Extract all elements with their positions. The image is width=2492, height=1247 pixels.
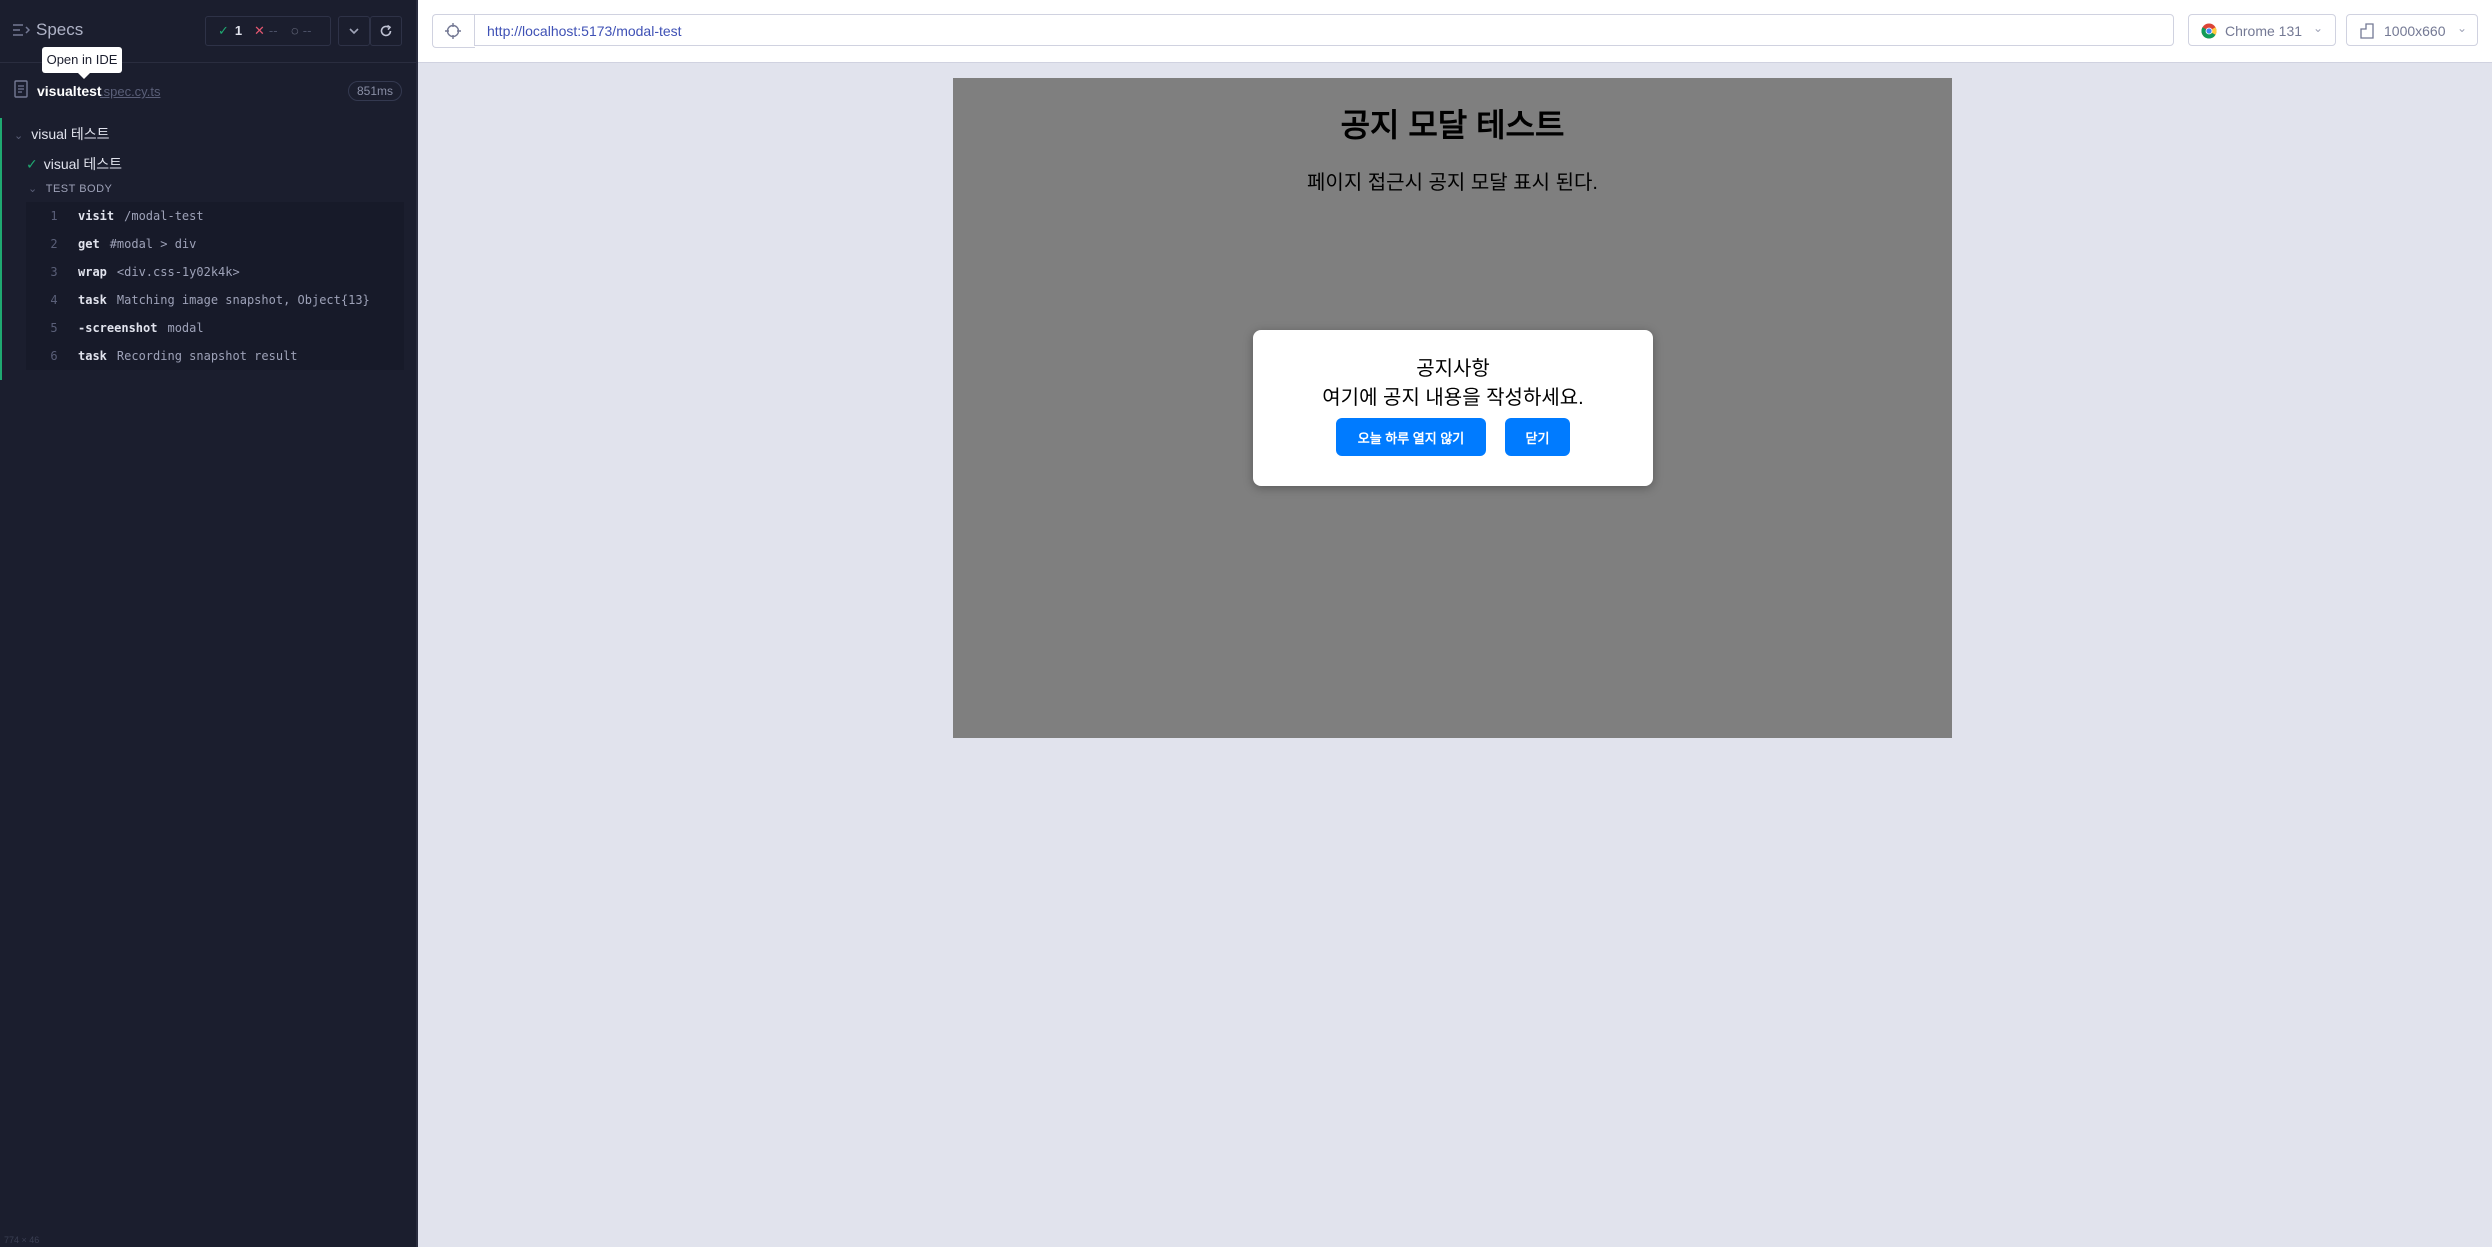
check-icon: ✓ (26, 156, 38, 172)
x-icon: ✕ (254, 23, 265, 38)
document-icon (14, 80, 28, 98)
command-number: 4 (50, 293, 58, 307)
collapse-dropdown-button[interactable] (338, 16, 370, 46)
command-row[interactable]: 1 visit/modal-test (26, 202, 404, 230)
crosshair-icon (445, 23, 461, 39)
command-log: 1 visit/modal-test 2 get #modal > div 3 w… (26, 202, 404, 370)
command-message: <div.css-1y02k4k> (116, 265, 240, 279)
command-message: modal (167, 321, 204, 335)
command-row[interactable]: 3 wrap <div.css-1y02k4k> (26, 258, 404, 286)
command-number: 5 (50, 321, 58, 335)
passed-stat: ✓ 1 (218, 23, 242, 39)
command-row[interactable]: 6 task Recording snapshot result (26, 342, 404, 370)
chevron-down-icon: ⌄ (2312, 21, 2323, 35)
command-row[interactable]: 4 task Matching image snapshot, Object{13… (26, 286, 404, 314)
browser-toolbar: http://localhost:5173/modal-test Chrome … (418, 0, 2492, 63)
test-stats: ✓ 1 ✕ -- ◌ -- (205, 16, 331, 46)
rerun-button[interactable] (370, 16, 402, 46)
failed-stat: ✕ -- (254, 23, 278, 39)
command-name: -screenshot modal (78, 321, 204, 335)
url-bar[interactable]: http://localhost:5173/modal-test (474, 14, 2174, 46)
command-number: 6 (50, 349, 58, 363)
test-name: visual 테스트 (43, 156, 123, 172)
command-number: 2 (50, 237, 58, 251)
command-number: 1 (50, 209, 58, 223)
specs-title[interactable]: Specs (36, 20, 83, 40)
command-name: task Recording snapshot result (78, 349, 298, 363)
chevron-down-icon: ⌄ (28, 183, 38, 195)
app-under-test-frame: 공지 모달 테스트 페이지 접근시 공지 모달 표시 된다. 공지사항 여기에 … (953, 78, 1952, 738)
selector-playground-button[interactable] (432, 14, 475, 48)
open-in-ide-tooltip: Open in IDE (42, 47, 122, 79)
close-button[interactable]: 닫기 (1505, 418, 1570, 456)
failed-count: -- (268, 23, 278, 38)
check-icon: ✓ (218, 23, 229, 38)
chevron-down-icon: ⌄ (14, 130, 24, 142)
modal-title: 공지사항 (1416, 358, 1490, 380)
suite-name: visual 테스트 (31, 126, 110, 142)
pending-count: -- (302, 23, 312, 38)
command-row[interactable]: 5 -screenshot modal (26, 314, 404, 342)
suite-block: ⌄ visual 테스트 ✓ visual 테스트 ⌄ TEST BODY 1 vis… (0, 118, 418, 380)
refresh-icon (380, 24, 392, 37)
reporter-sidebar: Specs ✓ 1 ✕ -- ◌ -- Open in IDE visualtest … (0, 0, 418, 1247)
command-name: task Matching image snapshot, Object{13} (78, 293, 370, 307)
browser-selector[interactable]: Chrome 131 ⌄ (2188, 14, 2336, 46)
command-name: visit/modal-test (78, 209, 204, 223)
command-number: 3 (50, 265, 58, 279)
spec-file-name[interactable]: visualtest (37, 83, 102, 99)
pending-circle-icon: ◌ (291, 23, 299, 38)
chevron-down-icon (349, 28, 359, 35)
command-name: get #modal > div (78, 237, 197, 251)
test-body-toggle[interactable]: ⌄ TEST BODY (28, 182, 112, 195)
spec-file-row[interactable]: visualtest .spec.cy.ts 851ms (0, 78, 416, 104)
viewport-label: 1000x660 (2384, 23, 2446, 39)
browser-label: Chrome 131 (2225, 23, 2303, 39)
command-message: #modal > div (109, 237, 197, 251)
passed-count: 1 (234, 23, 243, 38)
modal-body: 여기에 공지 내용을 작성하세요. (1322, 387, 1584, 409)
footer-info: 774 × 46 (4, 1235, 40, 1245)
specs-list-icon[interactable] (12, 22, 30, 38)
command-message: Recording snapshot result (116, 349, 298, 363)
pending-stat: ◌ -- (291, 23, 311, 38)
command-message: /modal-test (124, 209, 204, 223)
command-row[interactable]: 2 get #modal > div (26, 230, 404, 258)
command-message: Matching image snapshot, Object{13} (116, 293, 370, 307)
notice-modal: 공지사항 여기에 공지 내용을 작성하세요. 오늘 하루 열지 않기 닫기 (1253, 330, 1653, 486)
suite-title-row[interactable]: ⌄ visual 테스트 (14, 124, 110, 144)
command-name: wrap <div.css-1y02k4k> (78, 265, 240, 279)
viewport-selector[interactable]: 1000x660 ⌄ (2346, 14, 2478, 46)
test-body-label: TEST BODY (45, 183, 113, 195)
test-title-row[interactable]: ✓ visual 테스트 (26, 154, 122, 174)
viewport-icon (2360, 23, 2374, 39)
spec-duration: 851ms (347, 81, 402, 101)
chrome-icon (2201, 23, 2217, 39)
hide-today-button[interactable]: 오늘 하루 열지 않기 (1336, 418, 1486, 456)
chevron-down-icon: ⌄ (2456, 21, 2467, 35)
spec-file-extension[interactable]: .spec.cy.ts (100, 84, 160, 99)
